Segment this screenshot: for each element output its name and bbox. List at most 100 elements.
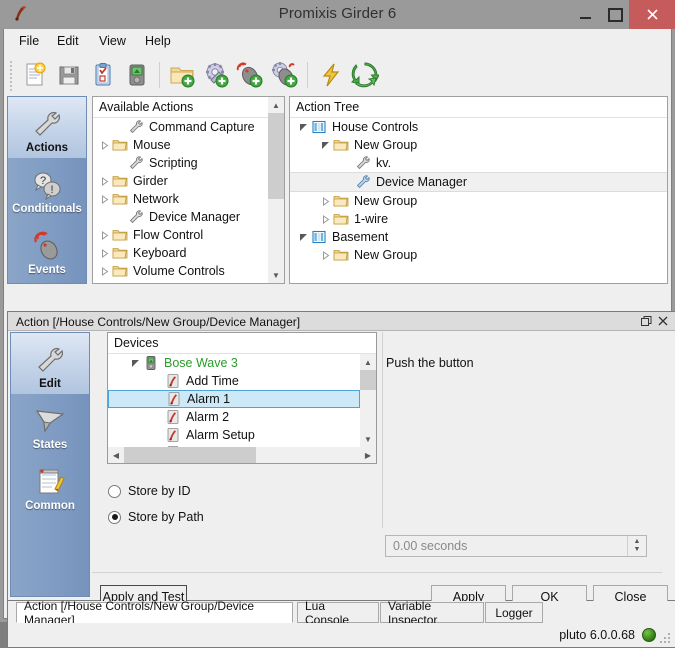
- scroll-down-icon[interactable]: ▼: [360, 431, 376, 447]
- menu-view[interactable]: View: [92, 33, 133, 50]
- menu-file[interactable]: File: [12, 33, 46, 50]
- action-tree-list[interactable]: House Controls New Group kv. Device Manager…: [290, 118, 667, 283]
- sidebar-item-actions[interactable]: Actions: [8, 97, 86, 158]
- scroll-thumb[interactable]: [124, 447, 256, 463]
- new-document-button[interactable]: [18, 58, 52, 92]
- dock-restore-button[interactable]: [639, 314, 653, 328]
- devices-vscrollbar[interactable]: ▲ ▼: [360, 354, 376, 447]
- sidebar-item-conditionals[interactable]: ? ! Conditionals: [8, 158, 86, 219]
- tree-row[interactable]: Add Time: [108, 372, 360, 390]
- tree-row[interactable]: Volume Controls: [93, 262, 268, 280]
- scroll-up-icon[interactable]: ▲: [360, 354, 376, 370]
- radio-indicator[interactable]: [108, 484, 121, 498]
- tree-row[interactable]: Alarm 1: [108, 390, 360, 408]
- spinner-down-icon[interactable]: ▼: [634, 546, 641, 554]
- available-actions-scrollbar[interactable]: ▲ ▼: [268, 97, 284, 283]
- duration-value[interactable]: 0.00 seconds: [386, 539, 627, 553]
- refresh-button[interactable]: [348, 58, 382, 92]
- top-zone: Actions ? ! Conditionals Events Availabl…: [4, 96, 671, 311]
- spinner-up-icon[interactable]: ▲: [634, 538, 641, 546]
- tree-row[interactable]: Bose Wave 3: [108, 354, 360, 372]
- expand-collapse-closed-icon[interactable]: [97, 226, 111, 244]
- tree-row[interactable]: New Group: [290, 192, 667, 210]
- toolbar-grip[interactable]: [8, 59, 14, 91]
- save-button[interactable]: [52, 58, 86, 92]
- expand-collapse-closed-icon[interactable]: [318, 246, 332, 264]
- tree-row[interactable]: Girder: [93, 172, 268, 190]
- scroll-thumb[interactable]: [360, 370, 376, 390]
- tree-row[interactable]: Alarm 2: [108, 408, 360, 426]
- tree-row[interactable]: Alarm Setup: [108, 426, 360, 444]
- funnel-icon: [33, 403, 67, 439]
- tree-row[interactable]: Scripting: [93, 154, 268, 172]
- tree-row[interactable]: kv.: [290, 154, 667, 172]
- dock-sidebar-item-states[interactable]: States: [11, 394, 89, 455]
- sidebar-item-label: Actions: [25, 142, 69, 154]
- devices-list[interactable]: Bose Wave 3 Add Time Alarm 1 Alarm 2 Alarm S…: [108, 354, 360, 447]
- tree-row[interactable]: Device Manager: [290, 172, 667, 192]
- expand-collapse-open-icon[interactable]: [128, 354, 142, 372]
- expand-collapse-open-icon[interactable]: [296, 228, 310, 246]
- add-action-button[interactable]: [200, 58, 234, 92]
- expand-collapse-closed-icon[interactable]: [97, 262, 111, 280]
- expand-collapse-closed-icon[interactable]: [318, 210, 332, 228]
- scroll-thumb[interactable]: [268, 113, 284, 199]
- tree-row[interactable]: 1-wire: [290, 210, 667, 228]
- new-document-icon: [26, 62, 46, 86]
- dock-sidebar-item-common[interactable]: Common: [11, 455, 89, 516]
- wrench-icon: [30, 106, 64, 142]
- tree-row[interactable]: Keyboard: [93, 244, 268, 262]
- tab-lua-console[interactable]: Lua Console: [297, 599, 379, 627]
- expand-collapse-open-icon[interactable]: [318, 136, 332, 154]
- tree-row[interactable]: House Controls: [290, 118, 667, 136]
- expand-collapse-closed-icon[interactable]: [97, 136, 111, 154]
- add-folder-button[interactable]: [166, 58, 200, 92]
- radio-store-by-path[interactable]: Store by Path: [108, 508, 204, 526]
- resize-grip[interactable]: [660, 633, 672, 645]
- maximize-button[interactable]: [601, 0, 629, 29]
- expand-collapse-closed-icon[interactable]: [97, 190, 111, 208]
- devices-hscrollbar[interactable]: ◀ ▶: [108, 447, 376, 463]
- tree-row[interactable]: Network: [93, 190, 268, 208]
- add-gear-event-button[interactable]: [268, 58, 302, 92]
- folder-add-icon: [170, 67, 195, 88]
- scroll-up-icon[interactable]: ▲: [268, 97, 284, 113]
- radio-indicator[interactable]: [108, 510, 121, 524]
- tree-row[interactable]: Mouse: [93, 136, 268, 154]
- minimize-button[interactable]: [571, 0, 599, 29]
- add-event-button[interactable]: [234, 58, 268, 92]
- duration-spinner[interactable]: 0.00 seconds ▲ ▼: [385, 535, 647, 557]
- folder-icon: [333, 196, 349, 207]
- expand-collapse-open-icon[interactable]: [296, 118, 310, 136]
- tab-action[interactable]: Action [/House Controls/New Group/Device…: [16, 599, 293, 627]
- scroll-right-icon[interactable]: ▶: [360, 447, 376, 463]
- menu-help[interactable]: Help: [138, 33, 178, 50]
- question-exclaim-icon: ? !: [30, 167, 64, 203]
- folder-icon: [112, 194, 128, 205]
- tree-row[interactable]: Flow Control: [93, 226, 268, 244]
- spinner-buttons[interactable]: ▲ ▼: [627, 536, 646, 556]
- scroll-left-icon[interactable]: ◀: [108, 447, 124, 463]
- device-button[interactable]: [120, 58, 154, 92]
- dock-close-button[interactable]: [656, 314, 670, 328]
- sidebar-item-events[interactable]: Events: [8, 219, 86, 280]
- tree-row[interactable]: New Group: [290, 136, 667, 154]
- tree-row[interactable]: Command Capture: [93, 118, 268, 136]
- clipboard-button[interactable]: [86, 58, 120, 92]
- radio-store-by-id[interactable]: Store by ID: [108, 482, 191, 500]
- tree-row[interactable]: Device Manager: [93, 208, 268, 226]
- tab-variable-inspector[interactable]: Variable Inspector: [380, 599, 484, 627]
- available-actions-list[interactable]: Command Capture Mouse Scripting Girder Netwo…: [93, 118, 268, 283]
- menu-edit[interactable]: Edit: [50, 33, 86, 50]
- expand-collapse-closed-icon[interactable]: [97, 244, 111, 262]
- expand-collapse-closed-icon[interactable]: [97, 172, 111, 190]
- tab-logger[interactable]: Logger: [485, 602, 543, 623]
- run-button[interactable]: [314, 58, 348, 92]
- scroll-down-icon[interactable]: ▼: [268, 267, 284, 283]
- close-button[interactable]: [629, 0, 675, 29]
- tree-row[interactable]: New Group: [290, 246, 667, 264]
- dock-sidebar-item-edit[interactable]: Edit: [11, 333, 89, 394]
- expand-collapse-closed-icon[interactable]: [318, 192, 332, 210]
- tree-row[interactable]: Basement: [290, 228, 667, 246]
- command-red-icon: [167, 410, 179, 424]
